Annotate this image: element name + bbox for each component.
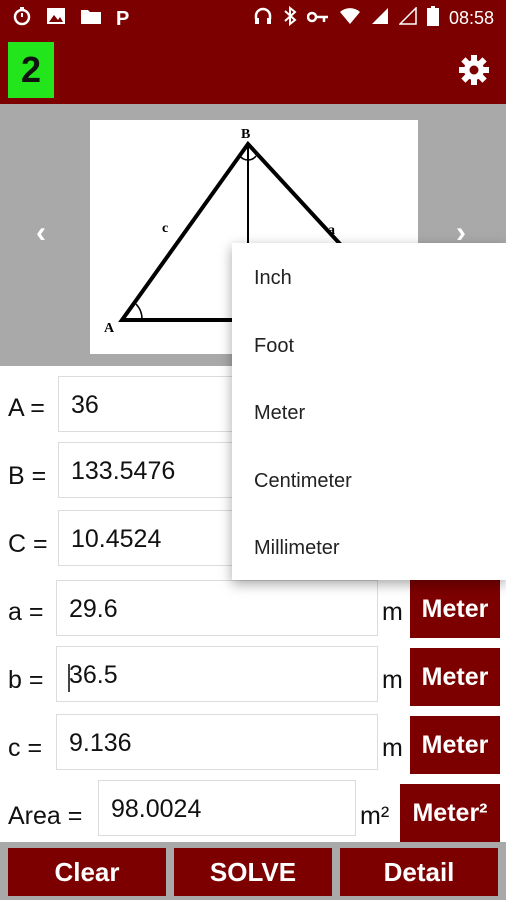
side-a-input[interactable]: 29.6 [56, 580, 378, 636]
side-b-unit: m [382, 666, 403, 694]
app-bar: 2 [0, 36, 506, 104]
image-icon [46, 7, 66, 31]
area-unit-button[interactable]: Meter² [400, 784, 500, 842]
area-input[interactable]: 98.0024 [98, 780, 356, 836]
clock: 08:58 [448, 8, 494, 28]
bottom-action-bar: Clear SOLVE Detail [0, 842, 506, 900]
row-side-c: c = 9.136 m Meter [0, 710, 506, 776]
side-b-unit-button[interactable]: Meter [410, 648, 500, 706]
status-bar: P 08:58 [0, 0, 506, 36]
side-a-field-label: a = [8, 598, 44, 626]
side-c-unit: m [382, 734, 403, 762]
parking-icon: P [116, 7, 130, 30]
side-a-unit-button[interactable]: Meter [410, 580, 500, 638]
menu-item-centimeter[interactable]: Centimeter [254, 470, 352, 493]
triangle-number-badge: 2 [8, 42, 54, 98]
timer-icon [12, 6, 32, 32]
folder-icon [80, 7, 102, 31]
area-unit: m² [360, 802, 390, 830]
signal-icon [371, 7, 389, 30]
unit-dropdown-menu: Inch Foot Meter Centimeter Millimeter [232, 243, 506, 580]
menu-item-meter[interactable]: Meter [254, 402, 305, 425]
wifi-icon [339, 7, 361, 30]
bluetooth-icon [283, 5, 297, 31]
vertex-b-label: B [241, 127, 250, 142]
gear-icon[interactable] [458, 54, 490, 86]
side-b-input[interactable]: 36.5 [56, 646, 378, 702]
headphones-icon [253, 6, 273, 31]
angle-b-label: B = [8, 462, 47, 490]
row-side-a: a = 29.6 m Meter [0, 574, 506, 640]
menu-item-inch[interactable]: Inch [254, 267, 292, 290]
side-c-field-label: c = [8, 734, 43, 762]
key-icon [306, 8, 329, 29]
angle-a-label: A = [8, 394, 45, 422]
side-c-unit-button[interactable]: Meter [410, 716, 500, 774]
side-c-label: c [162, 221, 168, 236]
chevron-left-icon[interactable]: ‹ [36, 216, 46, 250]
angle-c-label: C = [8, 530, 48, 558]
detail-button[interactable]: Detail [340, 848, 498, 896]
vertex-a-label: A [104, 321, 115, 336]
text-cursor [68, 664, 70, 692]
clear-button[interactable]: Clear [8, 848, 166, 896]
battery-icon [426, 6, 439, 31]
solve-button[interactable]: SOLVE [174, 848, 332, 896]
side-a-label: a [328, 223, 335, 238]
signal-empty-icon [398, 6, 417, 30]
area-label: Area = [8, 802, 83, 830]
menu-item-foot[interactable]: Foot [254, 335, 294, 358]
side-b-field-label: b = [8, 666, 44, 694]
row-area: Area = 98.0024 m² Meter² [0, 778, 506, 844]
side-c-input[interactable]: 9.136 [56, 714, 378, 770]
row-side-b: b = 36.5 m Meter [0, 642, 506, 708]
side-a-unit: m [382, 598, 403, 626]
menu-item-millimeter[interactable]: Millimeter [254, 537, 340, 560]
